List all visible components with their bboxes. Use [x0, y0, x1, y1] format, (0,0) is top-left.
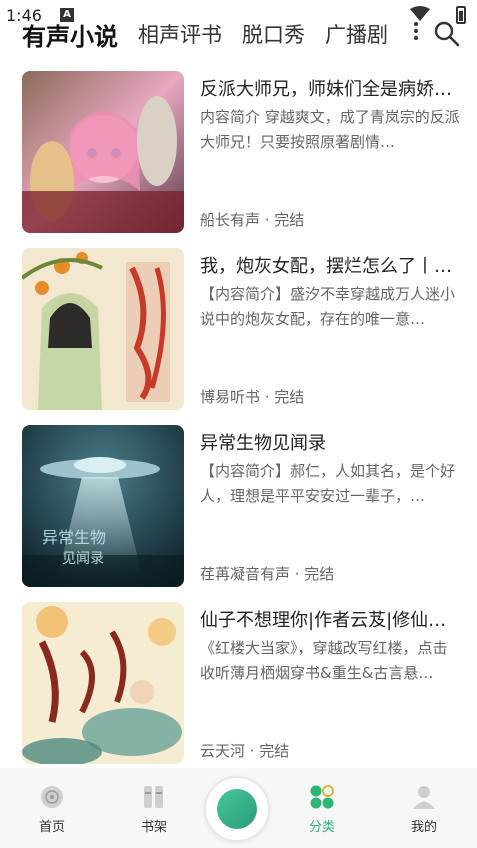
disc-icon [41, 786, 63, 808]
list-item[interactable]: 我，炮灰女配，摆烂怎么了丨… 【内容简介】盛汐不幸穿越成万人迷小说中的炮灰女配，… [22, 248, 462, 410]
nav-profile[interactable]: 我的 [394, 784, 454, 835]
list-item[interactable]: 仙子不想理你|作者云芨|修仙… 《红楼大当家》，穿越改写红楼，点击收听薄月栖烟穿… [22, 602, 462, 764]
book-meta: 博易听书 · 完结 [200, 388, 305, 406]
nav-label: 书架 [140, 820, 167, 835]
player-button[interactable] [204, 776, 270, 842]
book-meta: 船长有声 · 完结 [200, 211, 305, 229]
book-description: 《红楼大当家》，穿越改写红楼，点击收听薄月栖烟穿书&重生&古言悬… [200, 639, 448, 682]
book-title: 反派大师兄，师妹们全是病娇… [200, 79, 452, 100]
nav-bookshelf[interactable]: 书架 [124, 784, 184, 835]
svg-text:见闻录: 见闻录 [62, 551, 104, 567]
bottom-nav: 首页 书架 分类 我的 [0, 768, 477, 848]
book-title: 仙子不想理你|作者云芨|修仙… [200, 610, 447, 631]
book-meta: 云天河 · 完结 [200, 742, 290, 760]
nav-home[interactable]: 首页 [22, 784, 82, 835]
more-tabs-icon[interactable] [414, 22, 418, 42]
category-tabs: 有声小说 相声评书 脱口秀 广播剧 [22, 14, 462, 54]
tab-radio-drama[interactable]: 广播剧 [325, 19, 388, 49]
list-item[interactable]: 异常生物 见闻录 异常生物见闻录 【内容简介】郝仁，人如其名，是个好人，理想是平… [22, 425, 462, 587]
play-icon [217, 789, 257, 829]
book-description: 【内容简介】盛汐不幸穿越成万人迷小说中的炮灰女配，存在的唯一意… [200, 285, 456, 328]
bookshelf-icon [144, 786, 163, 808]
nav-label: 分类 [308, 820, 335, 835]
nav-label: 首页 [38, 820, 65, 835]
user-icon [413, 786, 435, 809]
tab-crosstalk[interactable]: 相声评书 [138, 19, 222, 49]
book-cover[interactable] [22, 602, 184, 764]
tab-audio-novel[interactable]: 有声小说 [22, 17, 118, 52]
book-meta: 荏苒凝音有声 · 完结 [200, 565, 335, 583]
book-description: 【内容简介】郝仁，人如其名，是个好人，理想是平平安安过一辈子，… [200, 462, 456, 505]
book-cover[interactable] [22, 248, 184, 410]
svg-text:异常生物: 异常生物 [42, 528, 106, 547]
book-title: 异常生物见闻录 [200, 433, 326, 454]
nav-label: 我的 [410, 820, 437, 835]
list-item[interactable]: 反派大师兄，师妹们全是病娇… 内容简介 穿越爽文，成了青岚宗的反派大师兄！只要按… [22, 71, 462, 233]
book-description: 内容简介 穿越爽文，成了青岚宗的反派大师兄！只要按照原著剧情… [200, 108, 460, 151]
nav-category[interactable]: 分类 [292, 784, 352, 835]
tab-talk-show[interactable]: 脱口秀 [242, 19, 305, 49]
book-title: 我，炮灰女配，摆烂怎么了丨… [200, 256, 452, 277]
book-cover[interactable]: 异常生物 见闻录 [22, 425, 184, 587]
search-icon[interactable] [432, 18, 462, 48]
book-cover[interactable] [22, 71, 184, 233]
category-icon [310, 785, 334, 809]
